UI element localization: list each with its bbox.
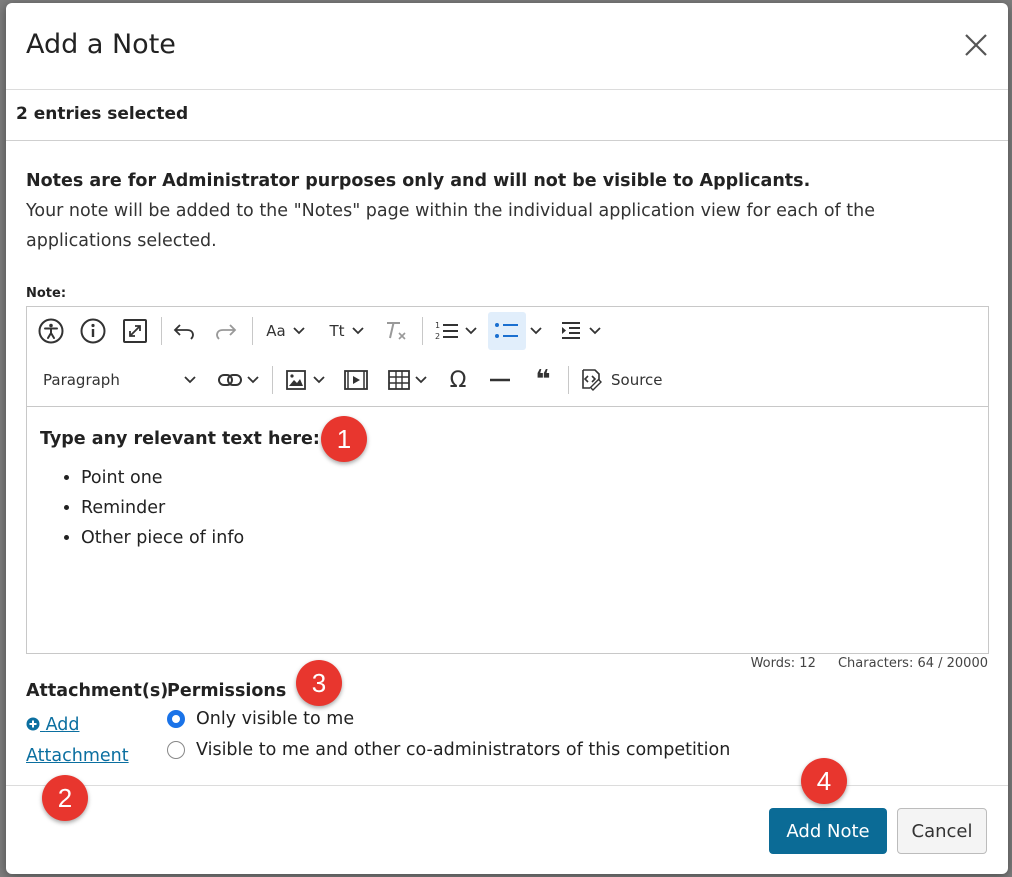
numbered-list-icon: 12 [435,321,458,341]
annotation-badge-3: 3 [296,660,342,706]
link-icon [218,374,242,386]
font-size-label: Aa [266,322,286,340]
chevron-down-icon [184,376,196,384]
cancel-button[interactable]: Cancel [897,808,987,854]
source-label: Source [611,371,663,389]
editor-content-area[interactable]: Type any relevant text here: Point one R… [27,407,988,653]
list-item: Reminder [81,493,244,523]
undo-icon[interactable] [171,319,197,343]
radio-unselected-indicator[interactable] [167,741,185,759]
list-item: Point one [81,463,244,493]
paragraph-style-label: Paragraph [43,371,120,389]
content-bullet-list: Point one Reminder Other piece of info [41,463,244,553]
bulleted-list-chevron[interactable] [527,319,545,343]
toolbar-separator [568,366,569,394]
info-text: Notes are for Administrator purposes onl… [26,166,926,256]
add-note-button[interactable]: Add Note [769,808,887,854]
table-dropdown[interactable] [383,368,433,392]
table-icon [388,370,410,390]
chevron-down-icon [313,376,325,384]
permission-co-admins-label: Visible to me and other co-administrator… [196,740,731,760]
add-circle-icon [26,717,40,731]
dialog-footer: Add Note Cancel [6,785,1008,874]
chevron-down-icon [247,376,259,384]
chevron-down-icon [415,376,427,384]
permission-co-admins-radio[interactable]: Visible to me and other co-administrator… [167,740,730,760]
add-note-dialog: Add a Note 2 entries selected Notes are … [6,3,1008,874]
toolbar-separator [422,317,423,345]
permission-only-me-label: Only visible to me [196,709,355,729]
editor-toolbar-row-1: Aa Tt 12 [27,307,988,355]
radio-selected-indicator[interactable] [167,710,185,728]
editor-toolbar-row-2: Paragraph Ω ❝ Source [27,355,988,407]
fullscreen-icon[interactable] [121,317,149,345]
font-size-dropdown[interactable]: Aa [261,319,311,343]
accessibility-icon[interactable] [37,317,65,345]
chevron-down-icon [465,327,477,335]
svg-text:1: 1 [435,321,440,330]
indent-icon [562,322,580,339]
toolbar-separator [161,317,162,345]
special-characters-icon[interactable]: Ω [443,368,473,393]
word-count: Words: 12 [750,656,816,671]
heading-dropdown[interactable]: Tt [323,319,371,343]
toolbar-separator [252,317,253,345]
annotation-badge-2: 2 [42,775,88,821]
source-code-icon [582,369,602,391]
source-button[interactable]: Source [579,368,671,392]
info-description: Your note will be added to the "Notes" p… [26,201,875,251]
close-icon[interactable] [962,31,990,59]
chevron-down-icon [293,327,305,335]
bulleted-list-button[interactable] [488,312,526,350]
info-icon[interactable] [79,317,107,345]
remove-format-icon[interactable] [383,319,409,343]
info-bold: Notes are for Administrator purposes onl… [26,171,811,191]
link-dropdown[interactable] [215,368,263,392]
add-attachment-link[interactable]: Add Attachment [26,710,129,772]
annotation-badge-4: 4 [801,758,847,804]
add-attachment-label-2: Attachment [26,746,129,766]
bulleted-list-icon [495,323,518,338]
character-count: Characters: 64 / 20000 [837,656,988,671]
rich-text-editor: Aa Tt 12 Paragraph Ω ❝ Source Type any r… [26,306,989,654]
block-quote-icon[interactable]: ❝ [528,365,558,395]
toolbar-separator [272,366,273,394]
media-embed-icon[interactable] [341,368,371,392]
image-icon [286,370,306,390]
indent-dropdown[interactable] [557,319,605,343]
chevron-down-icon [530,327,542,335]
svg-text:2: 2 [435,332,440,341]
heading-label: Tt [329,322,345,340]
permissions-heading: Permissions [167,681,287,701]
selection-count: 2 entries selected [16,104,189,124]
horizontal-line-icon[interactable] [485,368,515,392]
content-heading: Type any relevant text here: [40,429,320,449]
permission-only-me-radio[interactable]: Only visible to me [167,709,354,729]
chevron-down-icon [351,327,364,335]
selection-bar: 2 entries selected [6,90,1008,141]
word-character-count: Words: 12 Characters: 64 / 20000 [733,656,988,671]
chevron-down-icon [589,327,601,335]
image-dropdown[interactable] [282,368,330,392]
dialog-title: Add a Note [26,29,176,60]
annotation-badge-1: 1 [321,416,367,462]
redo-icon[interactable] [213,319,239,343]
add-attachment-label-1: Add [45,715,80,735]
dialog-header: Add a Note [6,3,1008,90]
paragraph-style-dropdown[interactable]: Paragraph [35,368,199,392]
numbered-list-dropdown[interactable]: 12 [431,319,481,343]
list-item: Other piece of info [81,523,244,553]
note-label: Note: [26,286,67,301]
attachments-heading: Attachment(s) [26,681,169,701]
